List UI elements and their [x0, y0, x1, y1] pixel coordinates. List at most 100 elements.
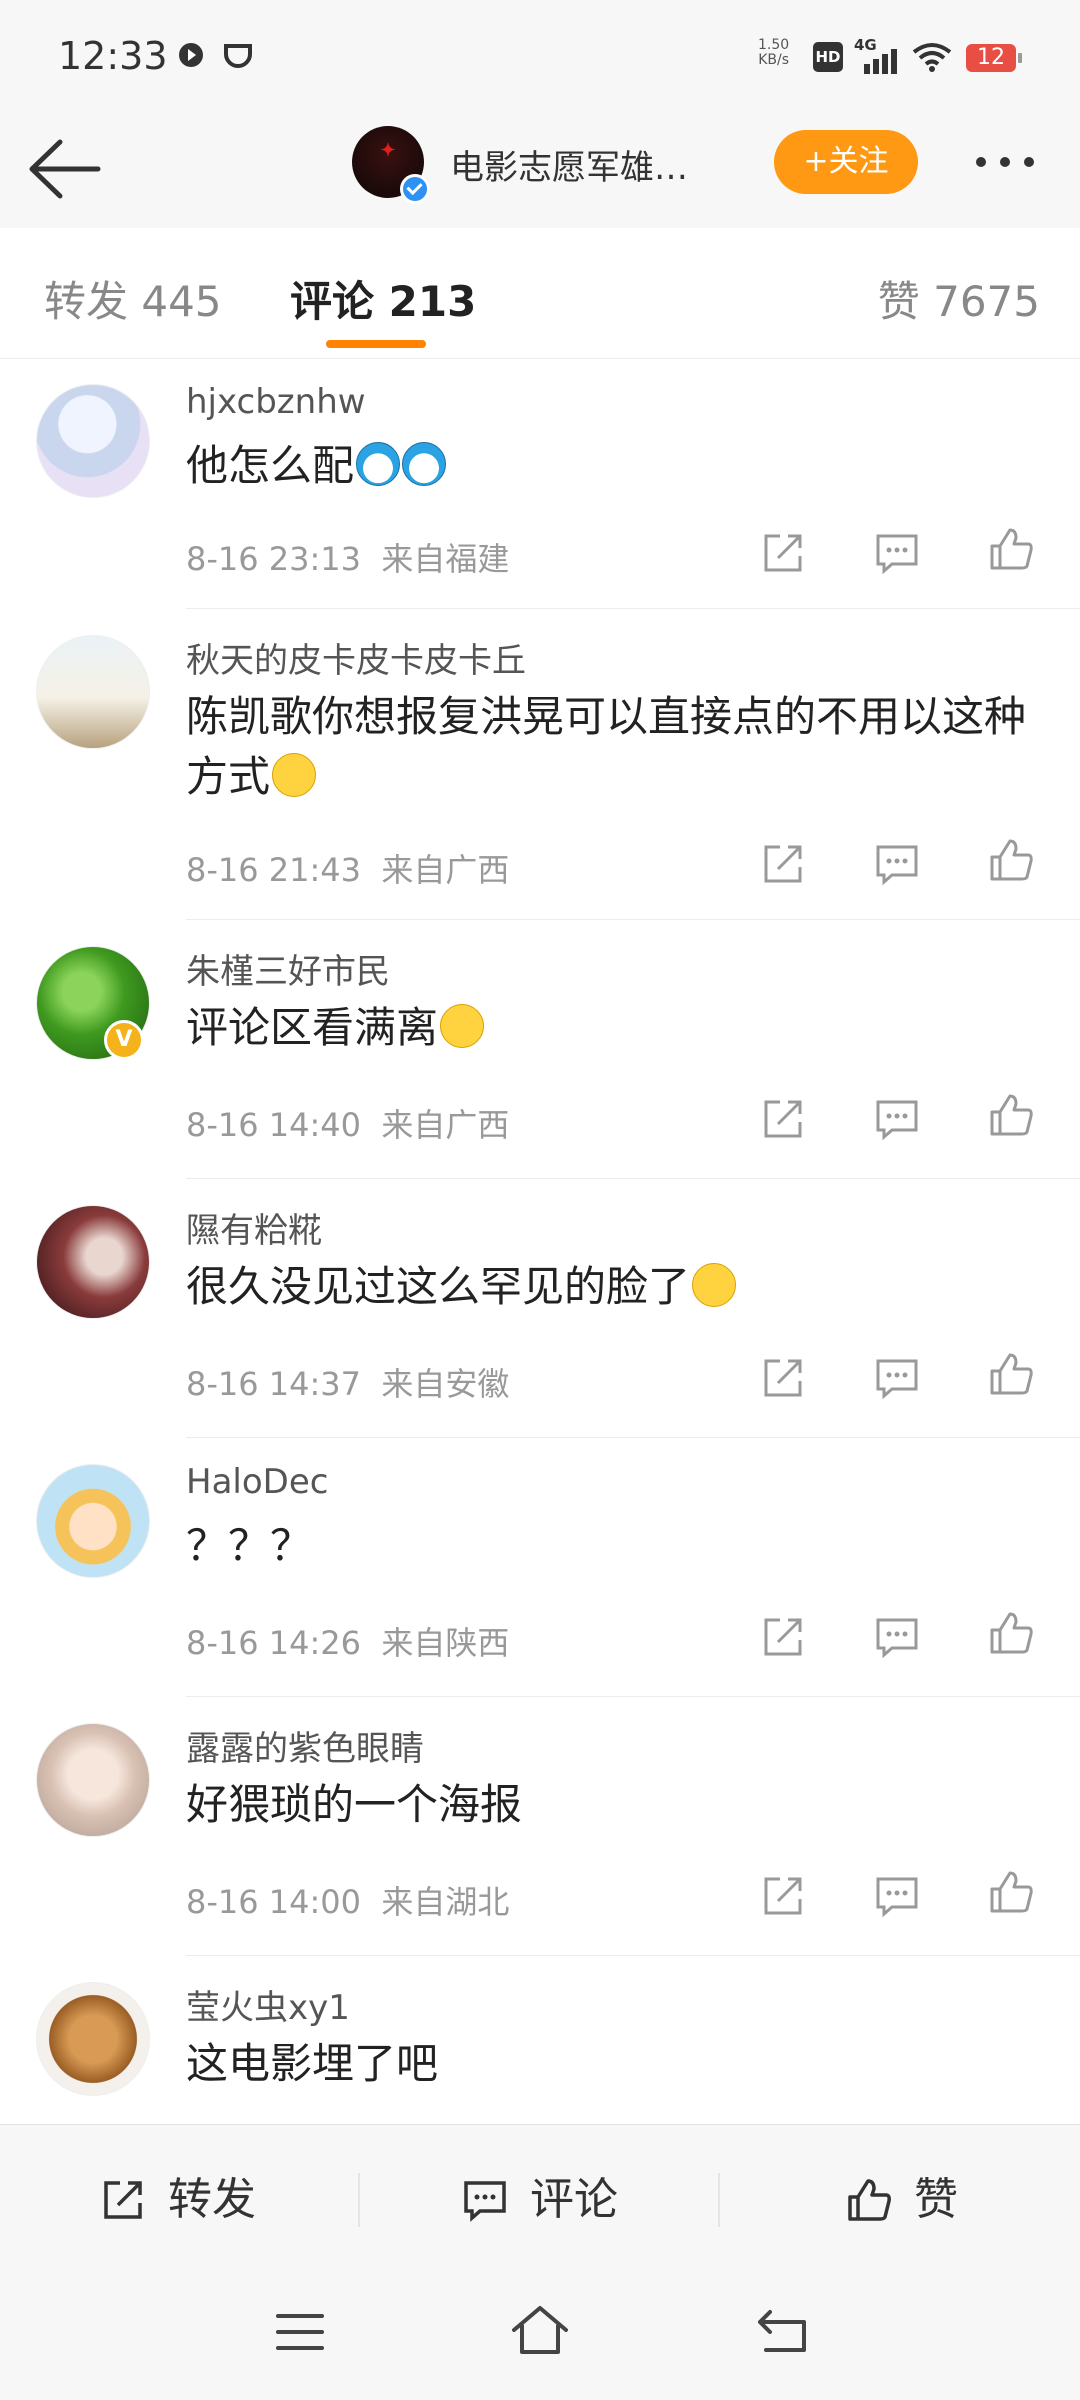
- like-icon[interactable]: [988, 1610, 1034, 1656]
- commenter-avatar[interactable]: [36, 1464, 150, 1578]
- author-name[interactable]: 电影志愿军雄…: [450, 140, 688, 189]
- doraemon-emoji-icon: [356, 442, 401, 486]
- reply-icon[interactable]: [874, 1614, 920, 1660]
- repost-icon: [104, 2181, 142, 2219]
- reply-icon[interactable]: [874, 1355, 920, 1401]
- comment-location: 来自湖北: [381, 1883, 510, 1921]
- comment-text: 这电影埋了吧: [186, 2039, 439, 2088]
- more-dot-icon: [976, 157, 986, 167]
- comment-time: 8-16 14:37: [186, 1365, 362, 1403]
- hd-badge: HD: [813, 42, 843, 72]
- comment-time: 8-16 14:26: [186, 1624, 362, 1662]
- like-icon[interactable]: [988, 1351, 1034, 1397]
- comment-time: 8-16 14:40: [186, 1106, 362, 1144]
- wifi-icon: [912, 43, 952, 72]
- like-icon[interactable]: [988, 1092, 1034, 1138]
- comment-location: 来自安徽: [381, 1365, 510, 1403]
- repost-icon[interactable]: [760, 530, 806, 576]
- tab-comment[interactable]: 评论 213: [290, 268, 476, 329]
- repost-label: 转发: [168, 2174, 256, 2225]
- author-avatar-logo: ✦: [380, 140, 396, 161]
- doraemon-emoji-icon: [402, 442, 447, 486]
- commenter-avatar[interactable]: [36, 384, 150, 498]
- net-speed: 1.50 KB/s: [758, 37, 790, 68]
- comment-text: 陈凯歌你想报复洪晃可以直接点的不用以这种方式: [186, 692, 1027, 801]
- more-button[interactable]: [976, 152, 1056, 176]
- commenter-name[interactable]: HaloDec: [186, 1462, 328, 1502]
- comment-label: 评论: [530, 2174, 618, 2225]
- like-label: 赞: [914, 2174, 958, 2225]
- commenter-avatar[interactable]: [36, 635, 150, 749]
- comment-location: 来自广西: [381, 1106, 510, 1144]
- comment-item: 秋天的皮卡皮卡皮卡丘 陈凯歌你想报复洪晃可以直接点的不用以这种方式 8-16 2…: [36, 609, 1080, 920]
- comment-meta: 8-16 14:40 来自广西: [186, 1100, 509, 1146]
- comment-text: 很久没见过这么罕见的脸了: [186, 1257, 1056, 1317]
- smile-emoji-icon: [440, 1004, 485, 1048]
- like-icon[interactable]: [988, 1869, 1034, 1915]
- repost-icon[interactable]: [760, 1873, 806, 1919]
- tab-like[interactable]: 赞 7675: [878, 268, 1040, 329]
- comment-text: 好猥琐的一个海报: [186, 1780, 523, 1829]
- back-nav-icon[interactable]: [756, 2308, 808, 2354]
- commenter-name[interactable]: 朱槿三好市民: [186, 944, 390, 993]
- post-header: ✦ 电影志愿军雄… +关注: [0, 112, 1080, 229]
- comment-meta: 8-16 23:13 来自福建: [186, 534, 509, 580]
- vip-badge-icon: V: [104, 1020, 144, 1060]
- media-play-icon: [179, 43, 203, 67]
- reply-icon[interactable]: [874, 530, 920, 576]
- commenter-avatar[interactable]: [36, 1723, 150, 1837]
- more-dot-icon: [1000, 157, 1010, 167]
- comment-meta: 8-16 14:26 来自陕西: [186, 1618, 509, 1664]
- comment-item: V 朱槿三好市民 评论区看满离 8-16 14:40 来自广西: [36, 920, 1080, 1179]
- reply-icon[interactable]: [874, 1873, 920, 1919]
- repost-icon[interactable]: [760, 841, 806, 887]
- comment-item: HaloDec ？？？ 8-16 14:26 来自陕西: [36, 1438, 1080, 1697]
- comment-item: 隰有粭糀 很久没见过这么罕见的脸了 8-16 14:37 来自安徽: [36, 1179, 1080, 1438]
- verified-icon: [400, 174, 430, 204]
- menu-icon[interactable]: [276, 2310, 324, 2354]
- comment-location: 来自陕西: [381, 1624, 510, 1662]
- commenter-name[interactable]: 隰有粭糀: [186, 1203, 322, 1252]
- home-icon[interactable]: [510, 2304, 570, 2356]
- author-avatar[interactable]: ✦: [352, 126, 430, 204]
- back-button[interactable]: [24, 134, 104, 204]
- comment-item: 莹火虫xy1 这电影埋了吧: [36, 1956, 1080, 2132]
- comment-item: 露露的紫色眼睛 好猥琐的一个海报 8-16 14:00 来自湖北: [36, 1697, 1080, 1956]
- divider: [718, 2173, 720, 2227]
- follow-button[interactable]: +关注: [774, 130, 918, 194]
- back-arrow-icon: [29, 139, 101, 199]
- tab-bar: 转发 445 评论 213 赞 7675: [0, 228, 1080, 359]
- signal-icon: [864, 49, 897, 74]
- like-icon: [848, 2179, 891, 2221]
- divider: [358, 2173, 360, 2227]
- comment-text: 他怎么配: [186, 436, 1056, 496]
- commenter-name[interactable]: hjxcbznhw: [186, 382, 366, 422]
- comment-item: hjxcbznhw 他怎么配 8-16 23:13 来自福建: [36, 358, 1080, 609]
- eye-roll-emoji-icon: [272, 753, 317, 797]
- comment-list: hjxcbznhw 他怎么配 8-16 23:13 来自福建 秋天的皮卡皮卡皮卡…: [0, 358, 1080, 2132]
- tab-repost[interactable]: 转发 445: [44, 268, 222, 329]
- commenter-name[interactable]: 莹火虫xy1: [186, 1980, 350, 2029]
- comment-meta: 8-16 21:43 来自广西: [186, 845, 509, 891]
- reply-icon[interactable]: [874, 841, 920, 887]
- repost-icon[interactable]: [760, 1096, 806, 1142]
- comment-location: 来自广西: [381, 851, 510, 889]
- battery-icon: 12: [966, 44, 1022, 72]
- system-nav-bar: [0, 2274, 1080, 2400]
- notification-app-icon: [224, 44, 252, 68]
- status-time: 12:33: [58, 34, 168, 78]
- reply-icon[interactable]: [874, 1096, 920, 1142]
- comment-meta: 8-16 14:37 来自安徽: [186, 1359, 509, 1405]
- commenter-name[interactable]: 秋天的皮卡皮卡皮卡丘: [186, 633, 526, 682]
- commenter-avatar[interactable]: [36, 1982, 150, 2096]
- comment-meta: 8-16 14:00 来自湖北: [186, 1877, 509, 1923]
- like-icon[interactable]: [988, 837, 1034, 883]
- like-icon[interactable]: [988, 526, 1034, 572]
- repost-icon[interactable]: [760, 1614, 806, 1660]
- comment-time: 8-16 21:43: [186, 851, 362, 889]
- repost-icon[interactable]: [760, 1355, 806, 1401]
- commenter-avatar[interactable]: [36, 1205, 150, 1319]
- commenter-name[interactable]: 露露的紫色眼睛: [186, 1721, 424, 1770]
- comment-time: 8-16 14:00: [186, 1883, 362, 1921]
- bottom-action-bar: 转发 评论 赞: [0, 2124, 1080, 2275]
